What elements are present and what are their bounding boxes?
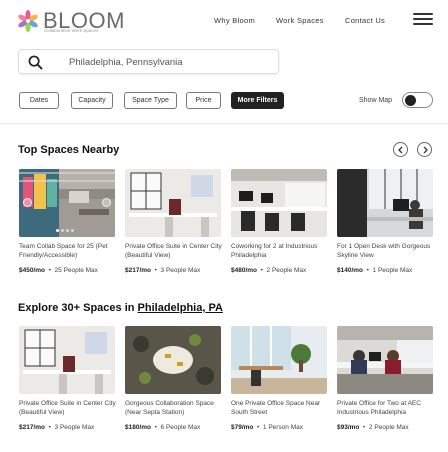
listing-title: One Private Office Space Near South Stre…	[231, 400, 321, 416]
explore-spaces-heading: Explore 30+ Spaces in Philadelphia, PA	[18, 302, 223, 314]
bloom-logo[interactable]: BLOOM Collaborative Work Spaces	[16, 7, 124, 35]
top-spaces-heading: Top Spaces Nearby	[18, 144, 120, 156]
filter-dates-button[interactable]: Dates	[19, 92, 59, 109]
city-link[interactable]: Philadelphia, PA	[138, 302, 223, 314]
site-header: BLOOM Collaborative Work Spaces Why Bloo…	[0, 0, 448, 44]
nav-work-spaces[interactable]: Work Spaces	[276, 16, 324, 25]
listing-title: Private Office Suite in Center City (Bea…	[125, 243, 222, 259]
divider	[0, 123, 448, 124]
photo-next-icon[interactable]	[102, 198, 111, 207]
listing-photo	[19, 169, 115, 237]
carousel-prev-button[interactable]	[393, 142, 408, 157]
photo-prev-icon[interactable]	[23, 198, 32, 207]
listing-title: Private Office for Two at AEC Industriou…	[337, 400, 421, 416]
listing-photo	[125, 326, 221, 394]
search-value: Philadelphia, Pennsylvania	[69, 57, 183, 68]
listing-meta: $93/mo • 2 People Max	[337, 424, 409, 431]
listing-photo	[231, 169, 327, 237]
filter-price-button[interactable]: Price	[186, 92, 221, 109]
listing-meta: $217/mo • 3 People Max	[19, 424, 95, 431]
listing-meta: $450/mo • 25 People Max	[19, 267, 98, 274]
listing-photo	[337, 169, 433, 237]
listing-title: Coworking for 2 at Industrious Philadelp…	[231, 243, 318, 259]
listing-title: Gorgeous Collaboration Space (Near Septa…	[125, 400, 214, 416]
nav-why-bloom[interactable]: Why Bloom	[214, 16, 255, 25]
toggle-knob	[405, 95, 416, 106]
carousel-next-button[interactable]	[417, 142, 432, 157]
listing-photo	[125, 169, 221, 237]
listing-title: Team Collab Space for 25 (Pet Friendly/A…	[19, 243, 108, 259]
filter-space-type-button[interactable]: Space Type	[124, 92, 177, 109]
listing-meta: $180/mo • 6 People Max	[125, 424, 201, 431]
listing-photo	[19, 326, 115, 394]
more-filters-button[interactable]: More Filters	[231, 92, 284, 109]
hamburger-menu-icon[interactable]	[413, 13, 433, 27]
location-search-input[interactable]: Philadelphia, Pennsylvania	[18, 49, 279, 74]
brand-tagline: Collaborative Work Spaces	[44, 28, 99, 33]
listing-photo	[337, 326, 433, 394]
chevron-right-icon	[423, 146, 428, 153]
listing-title: Private Office Suite in Center City (Bea…	[19, 400, 116, 416]
listing-title: For 1 Open Desk with Gorgeous Skyline Vi…	[337, 243, 431, 259]
show-map-toggle[interactable]	[402, 92, 433, 108]
photo-pagination-dots	[56, 229, 74, 232]
filter-capacity-button[interactable]: Capacity	[71, 92, 113, 109]
nav-contact-us[interactable]: Contact Us	[345, 16, 385, 25]
listing-photo	[231, 326, 327, 394]
listing-meta: $217/mo • 3 People Max	[125, 267, 201, 274]
listing-meta: $480/mo • 2 People Max	[231, 267, 307, 274]
listing-meta: $140/mo • 1 People Max	[337, 267, 413, 274]
show-map-label: Show Map	[359, 97, 393, 104]
search-icon	[28, 55, 43, 70]
flower-logo-icon	[18, 10, 38, 32]
listing-meta: $79/mo • 1 Person Max	[231, 424, 304, 431]
chevron-left-icon	[397, 146, 402, 153]
